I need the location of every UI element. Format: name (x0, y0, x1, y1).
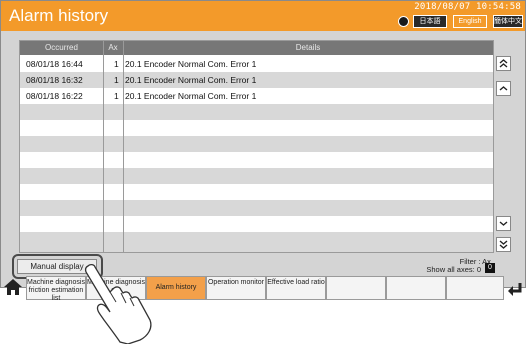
clock-display: 2018/08/07 10:54:58 (414, 2, 521, 12)
table-header: Occurred Ax Details (20, 41, 493, 55)
alarm-history-table: Occurred Ax Details 08/01/18 16:44 1 20.… (19, 40, 494, 253)
column-header-details: Details (295, 43, 321, 52)
chevron-down-icon (499, 221, 508, 226)
cell-occurred: 08/01/18 16:44 (26, 59, 83, 69)
filter-info: Filter : Ax. Show all axes: 0 (421, 258, 493, 274)
scroll-down-button[interactable] (496, 216, 511, 231)
tab-empty[interactable] (446, 276, 504, 300)
tab-machine-diagnosis-friction[interactable]: Machine diagnosis friction estimation li… (26, 276, 86, 302)
language-english-button[interactable]: English (453, 15, 487, 28)
cell-occurred: 08/01/18 16:22 (26, 91, 83, 101)
double-chevron-up-icon (499, 59, 508, 68)
header-bar: Alarm history 2018/08/07 10:54:58 日本語 En… (1, 1, 525, 31)
column-divider (123, 41, 124, 252)
table-row-empty (20, 184, 493, 200)
return-arrow-icon[interactable] (506, 280, 524, 298)
tab-empty[interactable] (386, 276, 446, 300)
table-row-empty (20, 200, 493, 216)
language-chinese-button[interactable]: 簡体中文 (493, 15, 523, 28)
cell-details: 20.1 Encoder Normal Com. Error 1 (125, 91, 257, 101)
double-chevron-down-icon (499, 240, 508, 249)
column-header-axis: Ax (108, 43, 118, 52)
scroll-up-button[interactable] (496, 81, 511, 96)
column-divider (103, 41, 104, 252)
chevron-up-icon (499, 86, 508, 91)
cell-occurred: 08/01/18 16:32 (26, 75, 83, 85)
tab-empty[interactable] (326, 276, 386, 300)
table-row-empty (20, 152, 493, 168)
table-row-empty (20, 120, 493, 136)
table-row[interactable]: 08/01/18 16:44 1 20.1 Encoder Normal Com… (20, 56, 493, 72)
cell-details: 20.1 Encoder Normal Com. Error 1 (125, 59, 257, 69)
pointing-hand-icon (84, 263, 152, 344)
language-japanese-button[interactable]: 日本語 (413, 15, 447, 28)
cell-axis: 1 (114, 91, 119, 101)
table-row-empty (20, 168, 493, 184)
filter-axis-value[interactable]: 0 (485, 263, 495, 273)
scroll-bottom-button[interactable] (496, 237, 511, 252)
alarm-history-window: Alarm history 2018/08/07 10:54:58 日本語 En… (0, 0, 526, 288)
cell-axis: 1 (114, 75, 119, 85)
scroll-top-button[interactable] (496, 56, 511, 71)
column-header-occurred: Occurred (45, 43, 78, 52)
globe-icon (398, 16, 409, 27)
filter-all-axes-label: Show all axes: 0 (426, 265, 481, 274)
table-row-empty (20, 216, 493, 232)
tab-operation-monitor[interactable]: Operation monitor (206, 276, 266, 300)
tab-effective-load-ratio[interactable]: Effective load ratio (266, 276, 326, 300)
table-row-empty (20, 232, 493, 252)
table-row[interactable]: 08/01/18 16:22 1 20.1 Encoder Normal Com… (20, 88, 493, 104)
cell-axis: 1 (114, 59, 119, 69)
table-row-empty (20, 104, 493, 120)
page-title: Alarm history (9, 6, 109, 25)
table-row-empty (20, 136, 493, 152)
home-icon[interactable] (2, 276, 24, 298)
cell-details: 20.1 Encoder Normal Com. Error 1 (125, 75, 257, 85)
table-row[interactable]: 08/01/18 16:32 1 20.1 Encoder Normal Com… (20, 72, 493, 88)
